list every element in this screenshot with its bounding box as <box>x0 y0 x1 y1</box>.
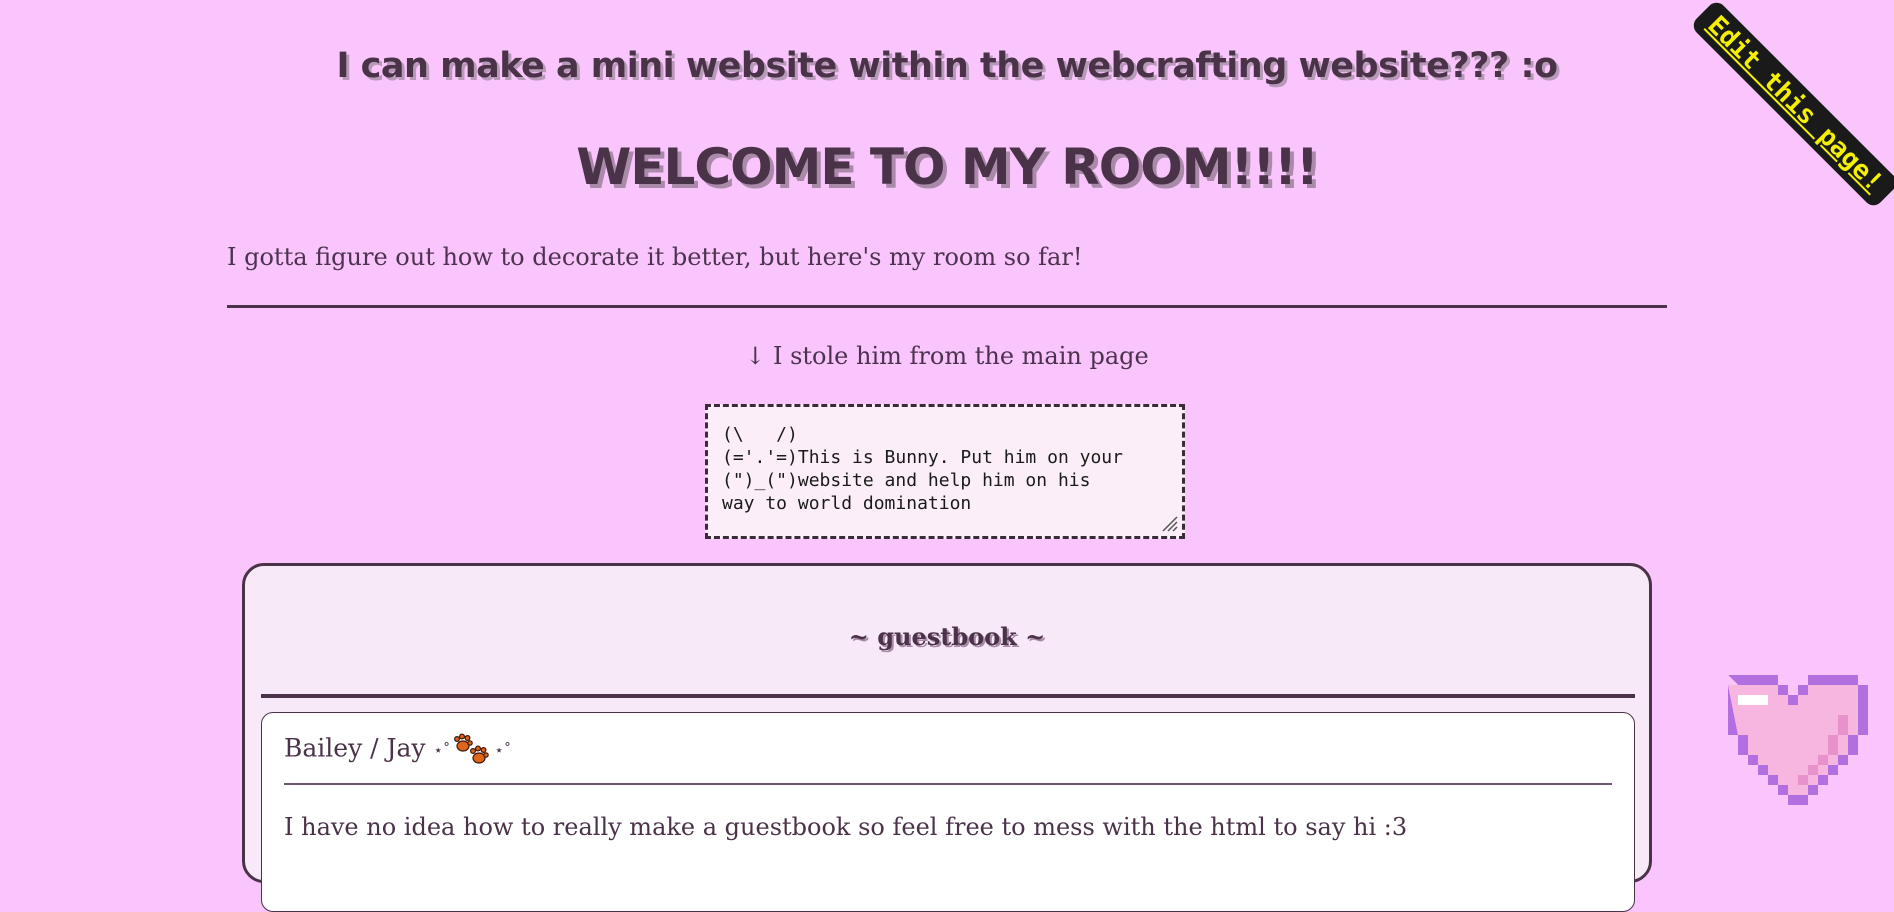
page-subtitle: I can make a mini website within the web… <box>336 46 1558 86</box>
intro-text: I gotta figure out how to decorate it be… <box>227 243 1083 271</box>
guestbook-title: ~ guestbook ~ <box>848 622 1046 651</box>
entry-divider <box>284 783 1612 785</box>
resize-grip-icon[interactable] <box>1160 514 1178 532</box>
bunny-textarea[interactable]: (\ /) (='.'=)This is Bunny. Put him on y… <box>705 404 1185 539</box>
bunny-caption: ↓ I stole him from the main page <box>745 342 1149 370</box>
sparkle-decoration-left: ⋆˚ <box>433 741 451 759</box>
bunny-ascii-text: (\ /) (='.'=)This is Bunny. Put him on y… <box>722 424 1123 514</box>
sparkle-decoration-right: ⋆˚ <box>494 741 512 759</box>
guestbook-divider <box>261 694 1635 698</box>
entry-author-name: Bailey / Jay <box>284 733 426 763</box>
paw-prints-icon <box>454 733 490 764</box>
entry-author: Bailey / Jay ⋆˚ ⋆˚ <box>284 733 511 767</box>
divider <box>227 305 1667 308</box>
entry-message: I have no idea how to really make a gues… <box>284 813 1408 841</box>
guestbook-panel: ~ guestbook ~ Bailey / Jay ⋆˚ ⋆˚ I have … <box>242 563 1652 912</box>
pixel-heart-icon <box>1728 675 1868 805</box>
guestbook-entry: Bailey / Jay ⋆˚ ⋆˚ I have no idea how to… <box>261 712 1635 912</box>
page-title: WELCOME TO MY ROOM!!!! <box>576 138 1319 196</box>
